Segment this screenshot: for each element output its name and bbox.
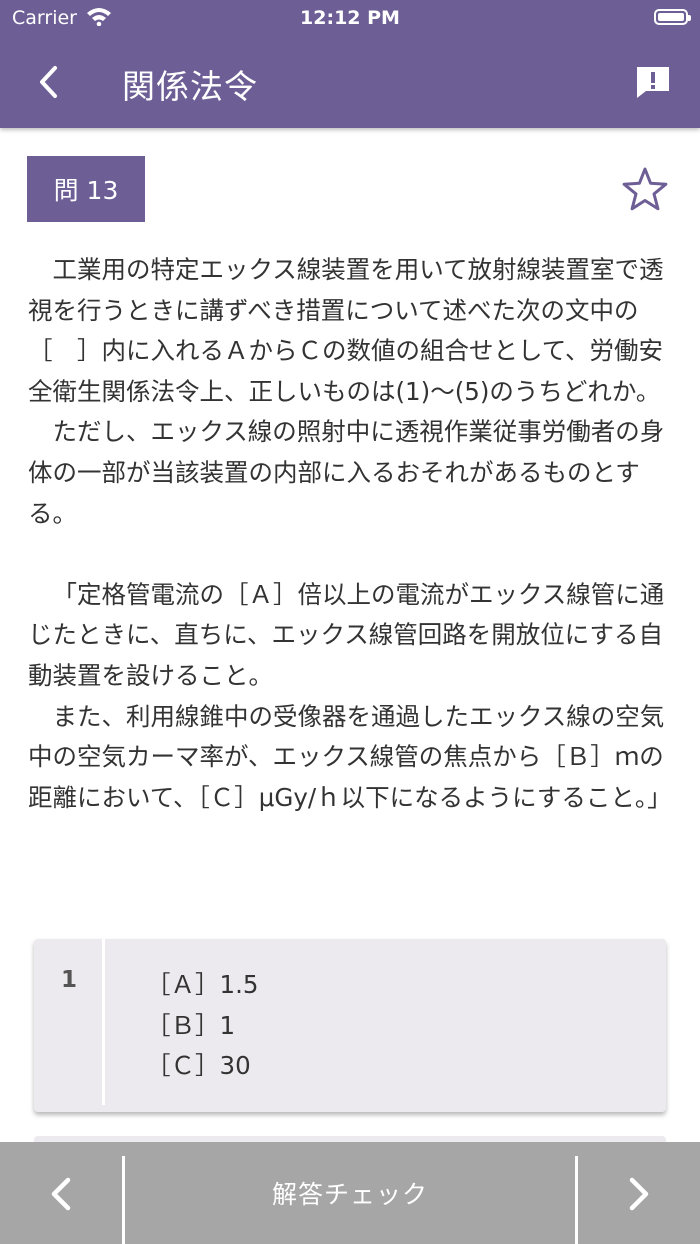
choice-line: ［Ｂ］1 [146, 1010, 236, 1040]
report-bubble-icon [637, 67, 669, 98]
choice-card-1[interactable]: 1 ［Ａ］1.5 ［Ｂ］1 ［Ｃ］30 [34, 939, 666, 1112]
choice-line: ［Ｃ］30 [146, 1051, 251, 1081]
status-time: 12:12 PM [300, 7, 400, 29]
chevron-left-icon [51, 1177, 71, 1211]
bottom-bar: 解答チェック [0, 1142, 700, 1244]
chevron-right-icon [629, 1177, 649, 1211]
battery-icon [654, 9, 691, 25]
choice-values: ［Ａ］1.5 ［Ｂ］1 ［Ｃ］30 [146, 965, 258, 1087]
report-button[interactable] [634, 64, 672, 100]
app-header: Carrier 12:12 PM 関係法令 [0, 0, 700, 128]
question-paragraph: ただし、エックス線の照射中に透視作業従事労働者の身体の一部が当該装置の内部に入る… [28, 417, 665, 528]
star-outline-icon [622, 167, 668, 211]
question-paragraph: 工業用の特定エックス線装置を用いて放射線装置室で透視を行うときに講ずべき措置につ… [28, 255, 664, 406]
back-button[interactable] [30, 60, 70, 104]
question-text: 工業用の特定エックス線装置を用いて放射線装置室で透視を行うときに講ずべき措置につ… [28, 250, 678, 818]
choice-divider [102, 939, 105, 1105]
check-answer-button[interactable]: 解答チェック [125, 1142, 575, 1244]
favorite-button[interactable] [622, 166, 668, 212]
page-title: 関係法令 [122, 67, 258, 106]
choice-line: ［Ａ］1.5 [146, 970, 259, 999]
question-number-badge: 問 13 [27, 156, 145, 222]
status-bar: Carrier 12:12 PM [0, 0, 700, 36]
question-paragraph: 「定格管電流の［Ａ］倍以上の電流がエックス線管に通じたときに、直ちに、エックス線… [28, 579, 665, 690]
choice-number: 1 [61, 967, 78, 993]
question-paragraph: また、利用線錐中の受像器を通過したエックス線の空気中の空気カーマ率が、エックス線… [28, 701, 672, 812]
chevron-left-icon [40, 66, 57, 98]
next-question-button[interactable] [578, 1142, 700, 1244]
previous-question-button[interactable] [0, 1142, 122, 1244]
